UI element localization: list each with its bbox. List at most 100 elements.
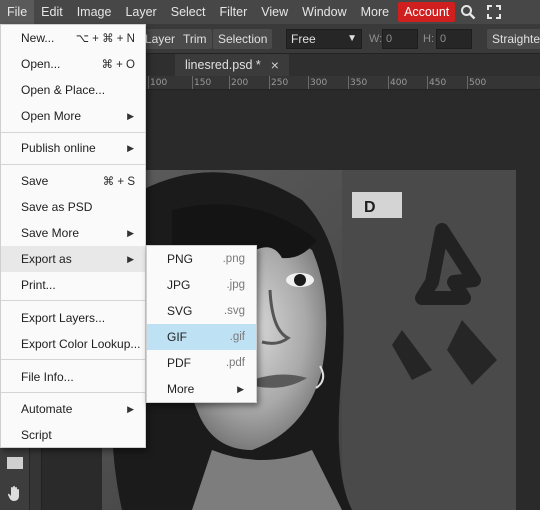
chevron-right-icon: ▶ [237, 383, 244, 394]
menu-view[interactable]: View [254, 0, 295, 24]
search-icon[interactable] [455, 0, 481, 24]
straighten-button[interactable]: Straighten [487, 29, 540, 49]
menu-item-label: Export Color Lookup... [21, 337, 141, 351]
chevron-right-icon: ▶ [127, 110, 134, 121]
menu-item-label: Automate [21, 402, 73, 416]
export-svg[interactable]: SVG .svg [147, 298, 256, 324]
menu-edit[interactable]: Edit [34, 0, 70, 24]
menu-item-label: Script [21, 428, 52, 442]
export-extension: .pdf [225, 357, 245, 369]
export-png[interactable]: PNG .png [147, 246, 256, 272]
layer-button[interactable]: Layer [140, 29, 181, 49]
menu-divider [1, 392, 145, 393]
menu-item-automate[interactable]: Automate ▶ [1, 396, 145, 422]
menu-item-label: Export as [21, 252, 72, 266]
menu-item-file-info[interactable]: File Info... [1, 364, 145, 390]
height-label: H: [423, 33, 434, 45]
ruler-tick: 200 [228, 76, 249, 89]
menu-item-print[interactable]: Print... [1, 272, 145, 298]
ruler-tick: 150 [191, 76, 212, 89]
menu-item-label: Save More [21, 226, 80, 240]
menu-select[interactable]: Select [164, 0, 213, 24]
menu-divider [1, 132, 145, 133]
menu-item-label: Open... [21, 57, 61, 71]
export-extension: .jpg [226, 279, 245, 291]
export-pdf[interactable]: PDF .pdf [147, 350, 256, 376]
account-button[interactable]: Account [398, 2, 456, 22]
export-extension: .gif [229, 331, 245, 343]
chevron-right-icon: ▶ [127, 142, 134, 153]
menu-item-export-as[interactable]: Export as ▶ [1, 246, 145, 272]
export-extension: .svg [223, 305, 245, 317]
trim-button[interactable]: Trim [178, 29, 212, 49]
menu-item-export-layers[interactable]: Export Layers... [1, 305, 145, 331]
menu-window[interactable]: Window [295, 0, 353, 24]
ruler-tick: 400 [387, 76, 408, 89]
export-gif[interactable]: GIF .gif [147, 324, 256, 350]
menu-item-open-place[interactable]: Open & Place... [1, 77, 145, 103]
menu-item-label: Save as PSD [21, 200, 93, 214]
menu-item-label: Open & Place... [21, 83, 106, 97]
menu-item-export-color-lookup[interactable]: Export Color Lookup... [1, 331, 145, 357]
document-tab-title: linesred.psd * [185, 58, 261, 72]
ruler-tick: 100 [147, 76, 168, 89]
export-as-submenu: PNG .png JPG .jpg SVG .svg GIF .gif PDF … [146, 245, 257, 403]
fullscreen-icon[interactable] [481, 0, 507, 24]
chevron-right-icon: ▶ [127, 227, 134, 238]
ruler-tick: 350 [347, 76, 368, 89]
document-tab[interactable]: linesred.psd * × [175, 54, 289, 76]
menu-item-new[interactable]: New... ⌥ + ⌘ + N [1, 25, 145, 51]
menu-item-save[interactable]: Save ⌘ + S [1, 168, 145, 194]
menu-item-publish-online[interactable]: Publish online ▶ [1, 135, 145, 161]
menu-more[interactable]: More [354, 0, 396, 24]
menu-item-label: Save [21, 174, 49, 188]
menu-file[interactable]: File [0, 0, 35, 24]
export-format-label: SVG [167, 304, 193, 318]
chevron-down-icon: ▼ [347, 33, 357, 44]
menu-item-shortcut: ⌘ + O [101, 59, 135, 71]
menu-divider [1, 164, 145, 165]
export-jpg[interactable]: JPG .jpg [147, 272, 256, 298]
export-format-label: GIF [167, 330, 187, 344]
menu-filter[interactable]: Filter [212, 0, 254, 24]
width-label: W: [369, 33, 383, 45]
export-format-label: PDF [167, 356, 191, 370]
menu-item-save-more[interactable]: Save More ▶ [1, 220, 145, 246]
menu-item-script[interactable]: Script [1, 422, 145, 448]
menu-item-save-as-psd[interactable]: Save as PSD [1, 194, 145, 220]
menu-item-label: File Info... [21, 370, 74, 384]
width-field[interactable]: 0 [382, 29, 418, 49]
crop-mode-value: Free [291, 32, 316, 46]
menu-image[interactable]: Image [70, 0, 119, 24]
export-format-label: More [167, 382, 195, 396]
crop-mode-select[interactable]: Free ▼ [286, 29, 362, 49]
chevron-right-icon: ▶ [127, 403, 134, 414]
menu-item-label: Print... [21, 278, 56, 292]
rectangle-tool-icon[interactable] [3, 452, 27, 474]
ruler-tick: 250 [268, 76, 289, 89]
menu-item-shortcut: ⌘ + S [102, 176, 135, 188]
export-extension: .png [222, 253, 245, 265]
menu-layer[interactable]: Layer [118, 0, 163, 24]
menu-item-label: New... [21, 31, 55, 45]
menu-item-label: Export Layers... [21, 311, 106, 325]
svg-text:D: D [364, 199, 376, 216]
menu-bar: File Edit Image Layer Select Filter View… [0, 0, 540, 24]
menu-item-open-more[interactable]: Open More ▶ [1, 103, 145, 129]
height-field[interactable]: 0 [436, 29, 472, 49]
menu-item-open[interactable]: Open... ⌘ + O [1, 51, 145, 77]
selection-button[interactable]: Selection [213, 29, 273, 49]
chevron-right-icon: ▶ [127, 253, 134, 264]
close-icon[interactable]: × [271, 57, 279, 73]
menu-divider [1, 359, 145, 360]
ruler-tick: 450 [426, 76, 447, 89]
menu-item-label: Publish online [21, 141, 96, 155]
export-format-label: PNG [167, 252, 194, 266]
ruler-tick: 500 [466, 76, 487, 89]
menu-item-shortcut: ⌥ + ⌘ + N [75, 33, 135, 45]
menu-divider [1, 300, 145, 301]
file-menu-dropdown: New... ⌥ + ⌘ + N Open... ⌘ + O Open & Pl… [0, 24, 146, 448]
hand-tool-icon[interactable] [3, 482, 27, 504]
export-more[interactable]: More ▶ [147, 376, 256, 402]
export-format-label: JPG [167, 278, 191, 292]
